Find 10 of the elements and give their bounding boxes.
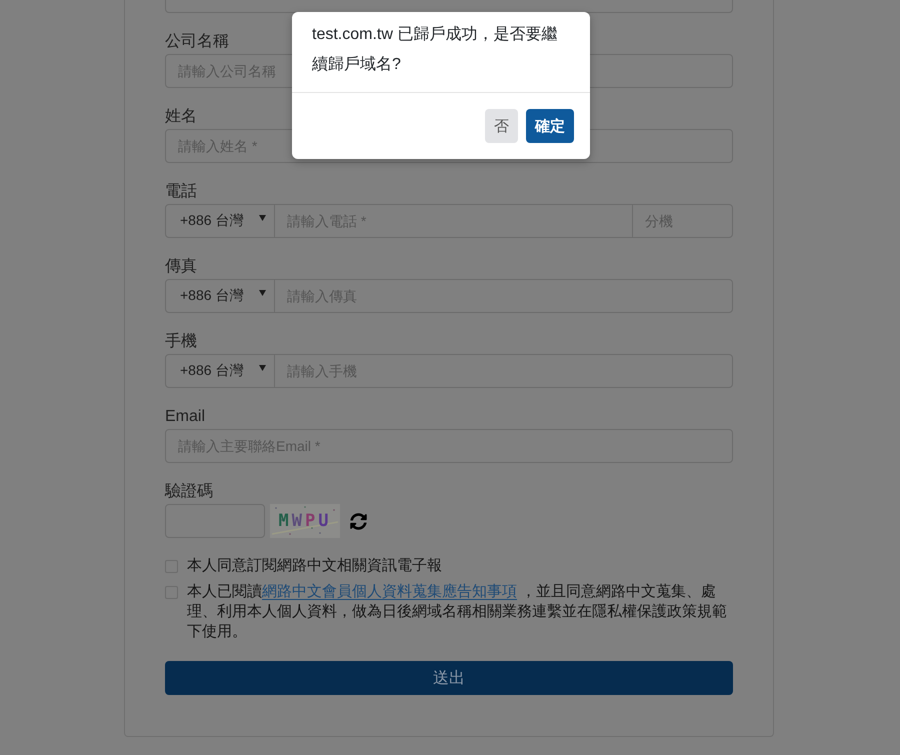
field-label: 驗證碼 xyxy=(165,482,213,502)
field-label: 傳真 xyxy=(165,257,197,277)
field-label: 姓名 xyxy=(165,107,197,127)
consent-text: 本人同意訂閱網路中文相關資訊電子報 xyxy=(187,556,443,576)
field-label: 電話 xyxy=(165,182,197,202)
field-label: 公司名稱 xyxy=(165,32,229,52)
field-label: Email xyxy=(165,407,206,427)
consent-text: 本人已閱讀網路中文會員個人資料蒐集應告知事項 ，並且同意網路中文蒐集、處理、利用本人個人資料，做為日後網域名稱相關業務連繫並在隱私權保護政策規範下使用。 xyxy=(187,582,728,642)
dialog-message: test.com.tw 已歸戶成功，是否要繼續歸戶域名? xyxy=(312,24,558,75)
field-label: 手機 xyxy=(165,332,197,352)
